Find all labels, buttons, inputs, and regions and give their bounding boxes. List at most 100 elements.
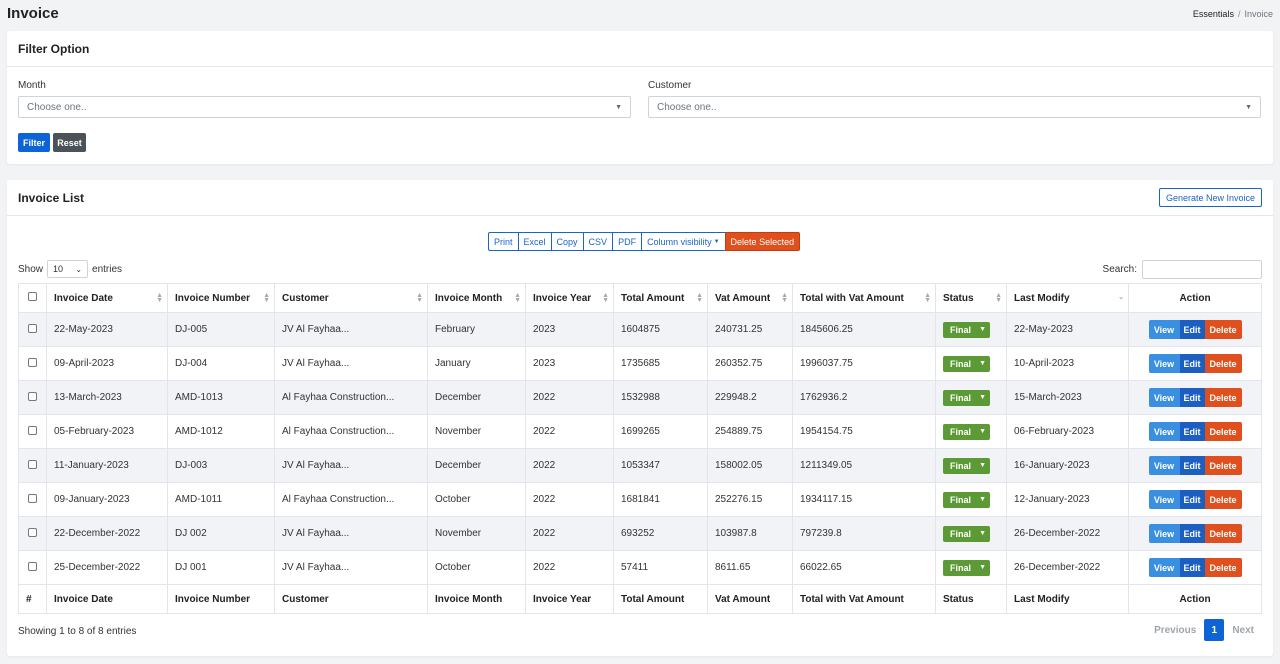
export-button-group: Print Excel Copy CSV PDF Column visibili… (488, 232, 801, 251)
view-button[interactable]: View (1148, 456, 1180, 475)
vat-amount-cell: 103987.8 (707, 516, 793, 551)
edit-button[interactable]: Edit (1179, 422, 1205, 441)
footer-col: Invoice Date (46, 584, 168, 614)
vat-amount-cell: 260352.75 (707, 346, 793, 381)
view-button[interactable]: View (1148, 354, 1180, 373)
col-total-amount[interactable]: Total Amount ▲ ▼ (613, 283, 708, 313)
filter-button[interactable]: Filter (18, 133, 50, 152)
table-row: 22-May-2023 DJ-005 JV Al Fayhaa... February… (18, 312, 1262, 347)
month-select[interactable]: Choose one.. ▼ (18, 96, 631, 118)
col-vat-amount[interactable]: Vat Amount ▲ ▼ (707, 283, 793, 313)
col-label: Total with Vat Amount (800, 292, 904, 304)
table-row: 22-December-2022 DJ 002 JV Al Fayhaa... Nov… (18, 516, 1262, 551)
col-status[interactable]: Status ▲ ▼ (935, 283, 1007, 313)
status-dropdown[interactable]: Final ▼ (943, 525, 990, 542)
page-1-button[interactable]: 1 (1204, 619, 1225, 641)
status-dropdown[interactable]: Final ▼ (943, 389, 990, 406)
total-amount-cell: 1604875 (613, 312, 708, 347)
view-button[interactable]: View (1148, 422, 1180, 441)
row-checkbox[interactable] (28, 527, 37, 537)
sort-desc-icon: ⌄ (1118, 294, 1124, 301)
customer-cell: JV Al Fayhaa... (274, 312, 428, 347)
row-checkbox[interactable] (28, 493, 37, 503)
breadcrumb-parent[interactable]: Essentials (1193, 9, 1234, 19)
status-cell: Final ▼ (935, 414, 1007, 449)
invoice-date-cell: 09-April-2023 (46, 346, 168, 381)
col-invoice-number[interactable]: Invoice Number ▲ ▼ (167, 283, 275, 313)
table-row: 09-April-2023 DJ-004 JV Al Fayhaa... Januar… (18, 346, 1262, 381)
status-dropdown[interactable]: Final ▼ (943, 321, 990, 338)
customer-select[interactable]: Choose one.. ▼ (648, 96, 1261, 118)
delete-selected-button[interactable]: Delete Selected (724, 232, 801, 251)
entries-length-control: Show 10 ⌄ entries (18, 260, 122, 278)
edit-button[interactable]: Edit (1179, 320, 1205, 339)
delete-button[interactable]: Delete (1204, 558, 1242, 577)
row-checkbox[interactable] (28, 459, 37, 469)
invoice-month-cell: December (427, 448, 526, 483)
status-dropdown[interactable]: Final ▼ (943, 355, 990, 372)
entries-select[interactable]: 10 ⌄ (47, 260, 89, 278)
reset-button[interactable]: Reset (53, 133, 86, 152)
col-total-with-vat[interactable]: Total with Vat Amount ▲ ▼ (792, 283, 936, 313)
status-dropdown[interactable]: Final ▼ (943, 457, 990, 474)
footer-col: Action (1128, 584, 1262, 614)
delete-button[interactable]: Delete (1204, 388, 1242, 407)
row-select-cell (18, 482, 47, 517)
show-label: Show (18, 263, 44, 275)
status-dropdown[interactable]: Final ▼ (943, 491, 990, 508)
col-customer[interactable]: Customer ▲ ▼ (274, 283, 428, 313)
search-input[interactable] (1142, 260, 1262, 279)
view-button[interactable]: View (1148, 558, 1180, 577)
vat-amount-cell: 240731.25 (707, 312, 793, 347)
col-last-modify[interactable]: Last Modify ⌄ (1006, 283, 1129, 313)
row-checkbox[interactable] (28, 357, 37, 367)
delete-button[interactable]: Delete (1204, 456, 1242, 475)
total-amount-cell: 1053347 (613, 448, 708, 483)
previous-page-button[interactable]: Previous (1146, 619, 1204, 641)
sort-icon: ▲ ▼ (263, 292, 270, 304)
view-button[interactable]: View (1148, 490, 1180, 509)
edit-button[interactable]: Edit (1179, 558, 1205, 577)
print-button[interactable]: Print (488, 232, 519, 251)
delete-button[interactable]: Delete (1204, 490, 1242, 509)
month-label: Month (18, 80, 46, 91)
invoice-year-cell: 2022 (525, 380, 614, 415)
col-invoice-date[interactable]: Invoice Date ▲ ▼ (46, 283, 168, 313)
sort-icon: ▲ ▼ (995, 292, 1002, 304)
invoice-month-cell: February (427, 312, 526, 347)
chevron-down-icon: ▼ (979, 428, 986, 435)
invoice-list-header: Invoice List Generate New Invoice (7, 180, 1273, 216)
edit-button[interactable]: Edit (1179, 388, 1205, 407)
csv-button[interactable]: CSV (582, 232, 614, 251)
column-visibility-button[interactable]: Column visibility ▼ (641, 232, 726, 251)
view-button[interactable]: View (1148, 320, 1180, 339)
edit-button[interactable]: Edit (1179, 524, 1205, 543)
status-dropdown[interactable]: Final ▼ (943, 559, 990, 576)
pdf-button[interactable]: PDF (612, 232, 643, 251)
next-page-button[interactable]: Next (1224, 619, 1262, 641)
chevron-down-icon: ▼ (979, 326, 986, 333)
col-invoice-month[interactable]: Invoice Month ▲ ▼ (427, 283, 526, 313)
invoice-date-cell: 11-January-2023 (46, 448, 168, 483)
delete-button[interactable]: Delete (1204, 354, 1242, 373)
generate-invoice-button[interactable]: Generate New Invoice (1158, 188, 1262, 207)
edit-button[interactable]: Edit (1179, 456, 1205, 475)
excel-button[interactable]: Excel (517, 232, 552, 251)
row-checkbox[interactable] (28, 561, 37, 571)
delete-button[interactable]: Delete (1204, 422, 1242, 441)
row-checkbox[interactable] (28, 323, 37, 333)
edit-button[interactable]: Edit (1179, 354, 1205, 373)
col-invoice-year[interactable]: Invoice Year ▲ ▼ (525, 283, 614, 313)
view-button[interactable]: View (1148, 388, 1180, 407)
row-checkbox[interactable] (28, 391, 37, 401)
copy-button[interactable]: Copy (550, 232, 584, 251)
delete-button[interactable]: Delete (1204, 320, 1242, 339)
select-all-checkbox[interactable] (28, 292, 37, 301)
edit-button[interactable]: Edit (1179, 490, 1205, 509)
status-dropdown[interactable]: Final ▼ (943, 423, 990, 440)
action-cell: View Edit Delete (1128, 516, 1262, 551)
row-checkbox[interactable] (28, 425, 37, 435)
view-button[interactable]: View (1148, 524, 1180, 543)
delete-button[interactable]: Delete (1204, 524, 1242, 543)
invoice-number-cell: AMD-1013 (167, 380, 275, 415)
